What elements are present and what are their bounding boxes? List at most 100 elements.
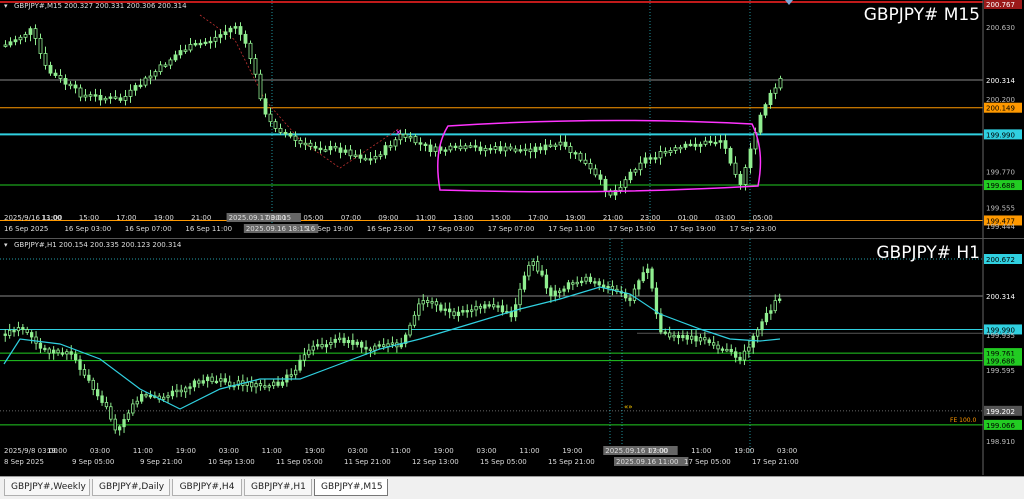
h1-candle (351, 339, 355, 345)
h1-candle (227, 381, 232, 386)
h1-candle (544, 274, 549, 289)
h1-candle (425, 300, 430, 303)
m15-candle (13, 39, 18, 43)
m15-candle (743, 167, 748, 185)
h1-time-label: 9 Sep 05:00 (72, 458, 114, 466)
h1-time-label: 03:00 (219, 447, 239, 455)
h1-candle (16, 327, 21, 332)
m15-candle (388, 145, 393, 148)
h1-candle (588, 276, 593, 283)
h1-candle (43, 347, 47, 351)
m15-candle (508, 146, 513, 150)
h1-time-label: 19:00 (305, 447, 325, 455)
h1-candle (3, 333, 7, 336)
m15-time-label: 03:00 (715, 214, 735, 222)
h1-time-label: 19:00 (562, 447, 582, 455)
m15-candle (308, 142, 313, 147)
h1-candle (487, 304, 491, 307)
h1-candle (109, 406, 113, 420)
h1-candle (69, 351, 73, 355)
m15-candle (323, 149, 328, 152)
h1-time-label: 03:00 (348, 447, 368, 455)
h1-candle (690, 335, 694, 340)
h1-candle (483, 304, 487, 309)
h1-candle (597, 281, 601, 286)
m15-candle (598, 174, 603, 180)
m15-candle (168, 59, 173, 66)
h1-candle (249, 382, 254, 388)
m15-candle (98, 94, 103, 101)
m15-candle (8, 41, 13, 46)
h1-candle (210, 376, 214, 383)
m15-candle (178, 50, 183, 56)
h1-price-label: 200.314 (986, 293, 1015, 301)
m15-candle (468, 145, 473, 148)
m15-price-label: 199.444 (986, 223, 1015, 231)
h1-candle (29, 332, 34, 338)
h1-time-label: 03:00 (476, 447, 496, 455)
h1-time-label: 19:00 (734, 447, 754, 455)
h1-candle (452, 311, 456, 317)
h1-candle (756, 329, 760, 337)
h1-candle (566, 282, 571, 290)
m15-chart-canvas[interactable]: ✕200.767200.630200.314200.200200.149199.… (0, 0, 1024, 499)
m15-candle (23, 34, 28, 38)
h1-candle (263, 385, 267, 388)
m15-candle (448, 145, 453, 151)
m15-chart-pane[interactable]: ▾ GBPJPY#,M15 200.327 200.331 200.306 20… (0, 0, 1024, 499)
h1-candle (461, 310, 465, 313)
h1-candle (456, 311, 461, 317)
m15-candle (423, 143, 428, 146)
tab-daily[interactable]: GBPJPY#,Daily (92, 479, 170, 496)
h1-candle (531, 261, 535, 266)
m15-candle (428, 144, 433, 152)
m15-candle (698, 143, 703, 147)
h1-candle (698, 337, 703, 342)
m15-candle (33, 28, 38, 39)
m15-candle (458, 145, 463, 150)
m15-candle (128, 89, 133, 97)
h1-candle (610, 285, 615, 290)
h1-candle (315, 344, 320, 347)
h1-chart-pane[interactable]: ▾ GBPJPY#,H1 200.154 200.335 200.123 200… (0, 239, 1024, 499)
m15-candle (503, 146, 508, 152)
m15-time-label: 17 Sep 11:00 (548, 225, 595, 233)
h1-candle (280, 381, 285, 386)
h1-candle (447, 308, 452, 313)
m15-candle (273, 121, 278, 129)
m15-candle (138, 84, 143, 88)
h1-candle (685, 335, 689, 340)
h1-candle (390, 342, 395, 345)
m15-time-label: 16 Sep 07:00 (125, 225, 172, 233)
h1-candle (21, 327, 25, 330)
h1-candle (417, 303, 421, 316)
h1-candle (144, 394, 148, 397)
h1-candle (214, 380, 219, 384)
m15-time-label: 2025.09.16 18:15 (246, 225, 308, 233)
tab-h4[interactable]: GBPJPY#,H4 (172, 479, 242, 496)
h1-candle (650, 268, 654, 289)
tab-weekly[interactable]: GBPJPY#,Weekly (4, 479, 90, 496)
h1-candle (183, 387, 188, 393)
h1-candle (166, 395, 170, 398)
h1-candle (540, 270, 544, 276)
m15-time-label: 03:00 (266, 214, 286, 222)
h1-candle (131, 403, 135, 414)
h1-candle (558, 290, 562, 293)
m15-candle (583, 159, 588, 164)
m15-candle (413, 136, 418, 144)
h1-chart-canvas[interactable]: «»FE 100.0200.672200.314199.990199.93519… (0, 239, 1024, 499)
h1-time-label: 19:00 (47, 447, 67, 455)
m15-candle (763, 104, 768, 116)
m15-candle (463, 145, 468, 150)
m15-candle (198, 42, 203, 46)
m15-candle (3, 44, 8, 47)
m15-candle (578, 152, 583, 161)
tab-h1[interactable]: GBPJPY#,H1 (244, 479, 312, 496)
h1-candle (65, 351, 69, 355)
m15-candle (373, 155, 378, 160)
h1-candle (729, 348, 733, 353)
m15-time-label: 17 Sep 03:00 (427, 225, 474, 233)
tab-m15[interactable]: GBPJPY#,M15 (314, 479, 388, 496)
m15-candle (353, 154, 358, 157)
